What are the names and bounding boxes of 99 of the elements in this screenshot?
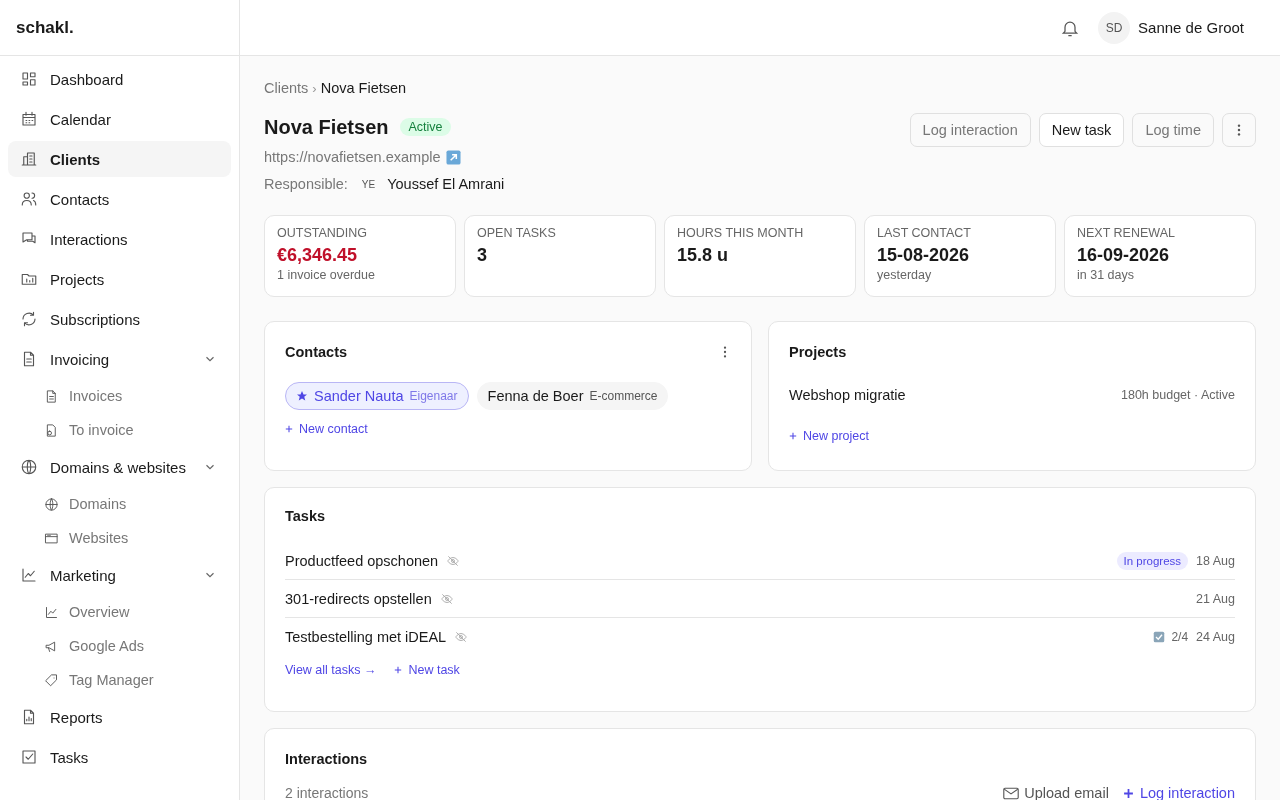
project-link[interactable]: Webshop migratie	[789, 387, 906, 403]
sidebar-item[interactable]: Subscriptions	[8, 301, 231, 337]
stat-label: LAST CONTACT	[877, 226, 971, 240]
contact-name: Sander Nauta	[314, 388, 404, 404]
sidebar-subitem[interactable]: Websites	[8, 523, 231, 553]
due-date: 21 Aug	[1196, 591, 1235, 606]
stat-value: 16-09-2026	[1077, 245, 1170, 266]
nav-icon	[20, 190, 38, 208]
external-link-icon[interactable]	[445, 149, 461, 165]
nav-icon	[20, 458, 38, 476]
stat-label: OUTSTANDING	[277, 226, 368, 240]
sidebar-subitem[interactable]: Invoices	[8, 381, 231, 411]
project-meta: 180h budget · Active	[1121, 388, 1235, 402]
stat-value: 15.8 u	[677, 245, 729, 266]
breadcrumb-separator: ›	[312, 80, 317, 96]
contact-name: Fenna de Boer	[487, 388, 584, 404]
nav-icon	[44, 672, 59, 688]
task-title[interactable]: 301-redirects opstellen	[285, 590, 432, 607]
sidebar-subitem[interactable]: Google Ads	[8, 631, 231, 661]
stat-value: €6,346.45	[277, 245, 358, 266]
user-name[interactable]: Sanne de Groot	[1138, 19, 1244, 36]
status-tag: Active	[400, 118, 451, 136]
task-title[interactable]: Productfeed opschonen	[285, 552, 439, 569]
sidebar-item[interactable]: Marketing	[8, 557, 231, 593]
sidebar-item[interactable]: Dashboard	[8, 61, 231, 97]
responsible-label: Responsible:	[264, 176, 348, 192]
mail-icon	[1003, 786, 1020, 800]
sidebar-item[interactable]: Clients	[8, 141, 231, 177]
sidebar-subitem[interactable]: To invoice	[8, 415, 231, 445]
sidebar-subitem[interactable]: Domains	[8, 489, 231, 519]
sidebar-item[interactable]: Contacts	[8, 181, 231, 217]
card-title: Projects	[789, 344, 847, 360]
sidebar-item[interactable]: Projects	[8, 261, 231, 297]
card-title: Tasks	[285, 508, 327, 524]
hidden-eye-icon	[439, 591, 454, 606]
stat-value: 3	[477, 245, 487, 266]
new-task-link[interactable]: New task	[394, 663, 460, 677]
nav-icon	[44, 496, 59, 512]
contact-chip[interactable]: Sander Nauta Eigenaar	[285, 382, 469, 410]
new-project-link[interactable]: New project	[789, 429, 869, 443]
due-date: 24 Aug	[1196, 629, 1235, 644]
card-title: Contacts	[285, 344, 348, 360]
stat-label: HOURS THIS MONTH	[677, 226, 804, 240]
nav-icon	[20, 748, 38, 766]
user-avatar[interactable]: SD	[1098, 11, 1131, 44]
stat-note: 1 invoice overdue	[277, 268, 375, 282]
sidebar-item[interactable]: Tasks	[8, 739, 231, 775]
sidebar-subitem[interactable]: Overview	[8, 597, 231, 627]
sidebar-item[interactable]: Reports	[8, 699, 231, 735]
website-link[interactable]: https://novafietsen.example	[264, 149, 441, 165]
stat-value: 15-08-2026	[877, 245, 970, 266]
stat-label: NEXT RENEWAL	[1077, 226, 1175, 240]
contact-role: Eigenaar	[409, 389, 458, 403]
brand-logo[interactable]: schakl.	[0, 0, 239, 56]
contact-role: E-commerce	[589, 389, 658, 403]
nav-icon	[44, 530, 59, 546]
card-title: Interactions	[285, 751, 369, 767]
nav-icon	[44, 422, 59, 438]
breadcrumb-link[interactable]: Clients	[264, 80, 309, 96]
more-icon	[1237, 123, 1241, 137]
nav-icon	[20, 150, 38, 168]
client-name: Nova Fietsen	[264, 115, 389, 139]
plus-icon	[285, 425, 293, 433]
view-all-link[interactable]: View all tasks →	[285, 663, 377, 677]
breadcrumb-link[interactable]: Nova Fietsen	[320, 80, 407, 96]
nav-icon	[44, 604, 59, 620]
stat-label: OPEN TASKS	[477, 226, 556, 240]
nav-icon	[20, 566, 38, 584]
user-initials: YE	[361, 178, 376, 190]
action-button[interactable]: Log time	[1132, 113, 1214, 147]
nav-icon	[20, 310, 38, 328]
status-tag: In progress	[1116, 551, 1189, 570]
plus-icon	[789, 432, 797, 440]
hidden-eye-icon	[454, 629, 469, 644]
plus-icon	[394, 666, 403, 674]
checklist-icon	[1153, 630, 1166, 643]
interaction-count: 2 interactions	[285, 785, 369, 800]
contact-chip[interactable]: Fenna de Boer E-commerce	[476, 382, 669, 410]
sidebar-subitem[interactable]: Tag Manager	[8, 665, 231, 695]
checklist-count: 2/4	[1171, 629, 1189, 644]
sidebar-item[interactable]: Domains & websites	[8, 449, 231, 485]
action-button[interactable]: New task	[1038, 113, 1125, 147]
new-contact-link[interactable]: New contact	[285, 422, 368, 436]
more-icon	[723, 345, 727, 359]
nav-icon	[44, 388, 59, 404]
sidebar-item[interactable]: Invoicing	[8, 341, 231, 377]
sidebar-item[interactable]: Interactions	[8, 221, 231, 257]
task-title[interactable]: Testbestelling met iDEAL	[285, 628, 447, 645]
plus-icon	[1122, 787, 1134, 799]
stat-note: yesterday	[877, 268, 932, 282]
nav-icon	[20, 110, 38, 128]
due-date: 18 Aug	[1196, 553, 1235, 568]
nav-icon	[20, 70, 38, 88]
hidden-eye-icon	[446, 553, 461, 568]
responsible-name[interactable]: Youssef El Amrani	[387, 176, 505, 192]
stat-note: in 31 days	[1077, 268, 1134, 282]
action-button[interactable]: Log interaction	[909, 113, 1031, 147]
sidebar-item[interactable]: Calendar	[8, 101, 231, 137]
star-icon	[296, 390, 308, 402]
